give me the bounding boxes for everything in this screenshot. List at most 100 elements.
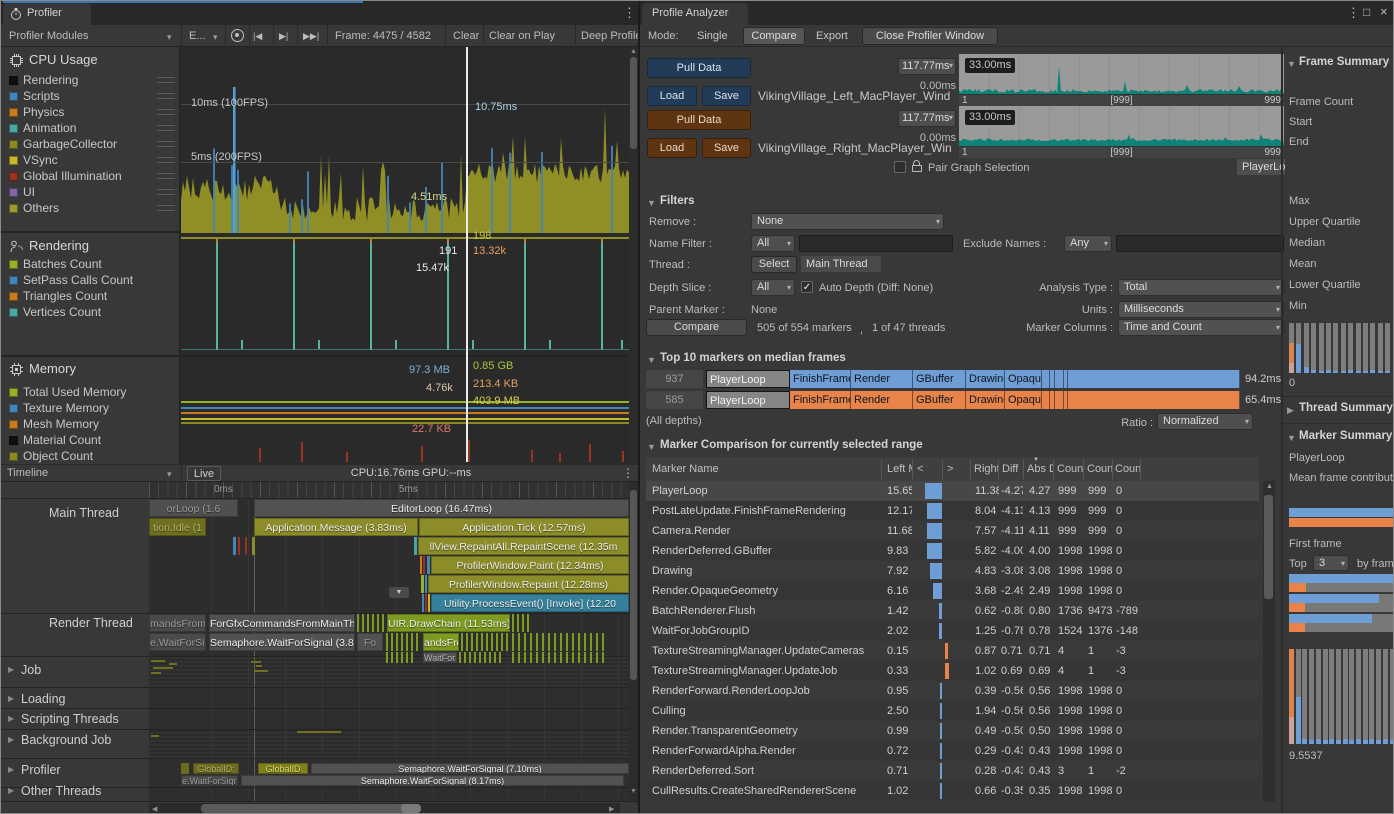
first-frame-button[interactable]: |◀ <box>253 31 262 42</box>
module-item-physics[interactable]: Physics <box>23 105 155 119</box>
frame-time-graph-left[interactable]: 33.00ms <box>959 54 1284 94</box>
column-header[interactable]: Count Left <box>1057 463 1083 477</box>
editor-target-dropdown[interactable]: E... <box>189 30 206 42</box>
timeline-bar[interactable] <box>151 672 161 674</box>
profiler-modules-dropdown[interactable]: Profiler Modules <box>9 30 88 42</box>
timeline-bar-stripe[interactable] <box>530 633 532 651</box>
timeline-bar-stripe[interactable] <box>536 652 538 663</box>
thread-foldout-icon[interactable]: ▶ <box>8 714 18 724</box>
module-item-texture-memory[interactable]: Texture Memory <box>23 401 155 415</box>
timeline-bar[interactable] <box>421 575 424 593</box>
timeline-bar-stripe[interactable] <box>357 614 359 632</box>
thread-foldout-icon[interactable]: ▶ <box>8 694 18 704</box>
module-item-others[interactable]: Others <box>23 201 155 215</box>
timeline-bar[interactable]: Semaphore.WaitForSignal (7.10ms) <box>311 763 629 774</box>
panel-divider[interactable] <box>1281 47 1283 814</box>
timeline-canvas-group[interactable] <box>149 729 629 758</box>
mode-single-button[interactable]: Single <box>697 30 728 42</box>
top10-segment[interactable]: FinishFrameRendering <box>790 370 851 388</box>
live-button[interactable]: Live <box>187 466 221 481</box>
mode-compare-button[interactable]: Compare <box>743 27 805 45</box>
timeline-bar-stripe[interactable] <box>512 614 514 632</box>
top10-segment[interactable]: GBuffer <box>913 391 966 409</box>
timeline-bar[interactable] <box>425 594 427 612</box>
drag-handle-icon[interactable] <box>157 205 175 211</box>
timeline-menu-kebab-icon[interactable]: ⋮ <box>622 466 634 480</box>
timeline-ruler[interactable]: 0ms5ms <box>149 482 629 498</box>
clear-on-play-button[interactable]: Clear on Play <box>489 30 555 42</box>
scrollbar-thumb[interactable] <box>201 804 421 813</box>
rendering-chart[interactable] <box>181 237 629 355</box>
exclude-mode-dropdown[interactable]: Any▾ <box>1064 235 1112 252</box>
thread-foldout-icon[interactable]: ▶ <box>8 765 18 775</box>
top10-segment[interactable] <box>1042 391 1050 409</box>
timeline-bar-stripe[interactable] <box>548 652 550 663</box>
timeline-bar[interactable] <box>427 556 430 574</box>
top10-segment[interactable] <box>1068 370 1240 388</box>
marker-columns-dropdown[interactable]: Time and Count▾ <box>1118 319 1284 336</box>
top10-segment[interactable]: Drawing <box>966 370 1005 388</box>
module-item-object-count[interactable]: Object Count <box>23 449 155 463</box>
cpu-usage-chart[interactable] <box>181 47 629 233</box>
clear-button[interactable]: Clear <box>453 30 479 42</box>
timeline-canvas-group[interactable] <box>149 687 629 708</box>
timeline-hscrollbar[interactable]: ◀ ▶ <box>149 803 620 814</box>
timeline-bar[interactable]: e.WaitForSigna <box>149 633 206 651</box>
top10-segment[interactable]: Render <box>851 370 913 388</box>
timeline-canvas-group[interactable] <box>149 656 629 687</box>
depth-slice-dropdown[interactable]: All▾ <box>751 279 795 296</box>
timeline-bar-stripe[interactable] <box>496 633 498 651</box>
timeline-bar-stripe[interactable] <box>527 614 529 632</box>
timeline-bar-stripe[interactable] <box>524 652 526 663</box>
pull-data-button-right[interactable]: Pull Data <box>647 110 751 130</box>
module-item-garbagecollector[interactable]: GarbageCollector <box>23 137 155 151</box>
timeline-bar[interactable] <box>252 537 255 555</box>
scrollbar-thumb[interactable] <box>1264 495 1273 599</box>
thread-foldout-icon[interactable]: ▶ <box>8 665 18 675</box>
timeline-bar[interactable]: orLoop (1.6 <box>149 499 238 517</box>
timeline-bar-stripe[interactable] <box>596 633 598 651</box>
module-item-vertices-count[interactable]: Vertices Count <box>23 305 155 319</box>
module-item-global-illumination[interactable]: Global Illumination <box>23 169 155 183</box>
name-filter-mode-dropdown[interactable]: All▾ <box>751 235 795 252</box>
timeline-bar-stripe[interactable] <box>362 614 364 632</box>
column-header[interactable]: Marker Name <box>652 463 877 477</box>
analyzer-menu-kebab-icon[interactable]: ⋮ <box>1347 5 1360 21</box>
timeline-bar-stripe[interactable] <box>476 633 478 651</box>
module-item-vsync[interactable]: VSync <box>23 153 155 167</box>
drag-handle-icon[interactable] <box>157 189 175 195</box>
frame-summary-foldout-icon[interactable]: ▼ <box>1287 59 1296 69</box>
record-icon[interactable] <box>231 29 244 42</box>
timeline-bar-stripe[interactable] <box>386 652 388 663</box>
timeline-bar[interactable] <box>245 537 247 555</box>
timeline-bar[interactable]: ForGfxCommandsFromMainThread ( <box>209 614 355 632</box>
timeline-bar[interactable]: llView.RepaintAll.RepaintScene (12.35m <box>418 537 629 555</box>
scroll-down-icon[interactable]: ▼ <box>630 788 637 795</box>
timeline-bar[interactable] <box>422 594 424 612</box>
timeline-bar-stripe[interactable] <box>522 614 524 632</box>
timeline-bar-stripe[interactable] <box>548 633 550 651</box>
memory-chart[interactable] <box>181 358 629 462</box>
timeline-bar[interactable] <box>297 731 341 733</box>
column-header[interactable]: Count Diff <box>1115 463 1141 477</box>
timeline-bar-stripe[interactable] <box>479 652 481 663</box>
timeline-bar[interactable]: Semaphore.WaitForSignal (8.17ms) <box>241 775 624 786</box>
timeline-bar[interactable]: EditorLoop (16.47ms) <box>254 499 629 517</box>
timeline-bar[interactable] <box>181 763 189 774</box>
timeline-bar-stripe[interactable] <box>411 633 413 651</box>
timeline-bar-stripe[interactable] <box>416 633 418 651</box>
comparison-foldout-icon[interactable]: ▼ <box>647 442 656 452</box>
thread-label-other-threads[interactable]: Other Threads <box>21 784 151 800</box>
timeline-bar[interactable]: GlobalID: <box>193 763 239 774</box>
frame-range-slider-right[interactable]: 1[999]999 <box>959 146 1284 158</box>
last-frame-button[interactable]: ▶▶| <box>303 31 319 42</box>
scroll-left-icon[interactable]: ◀ <box>152 805 157 813</box>
save-button-left[interactable]: Save <box>702 86 751 106</box>
timeline-bar[interactable] <box>251 661 261 663</box>
timeline-bar-stripe[interactable] <box>590 633 592 651</box>
top10-segment[interactable]: PlayerLoop <box>706 391 790 409</box>
export-button[interactable]: Export <box>816 30 848 42</box>
timeline-bar-stripe[interactable] <box>469 652 471 663</box>
timeline-bar-stripe[interactable] <box>396 652 398 663</box>
auto-depth-checkbox[interactable]: ✓ <box>801 281 813 293</box>
